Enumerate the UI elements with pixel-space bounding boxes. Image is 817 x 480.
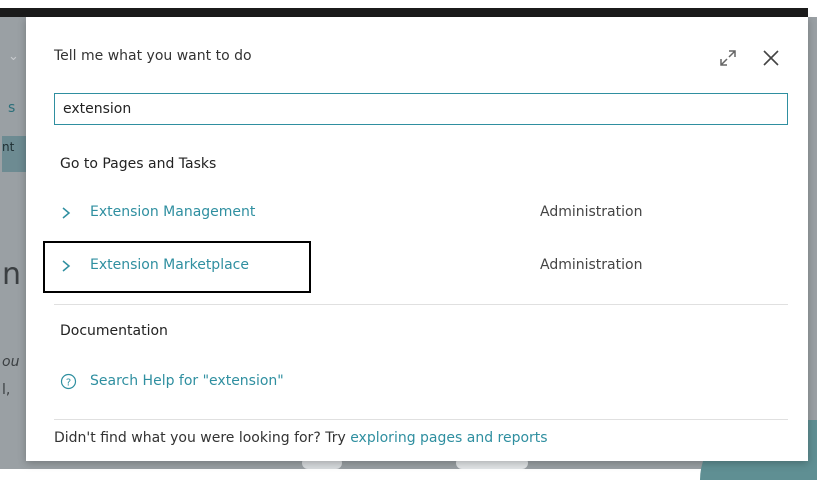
result-category: Administration [540, 257, 643, 273]
background-text-n: n [2, 257, 22, 292]
footer-prefix: Didn't find what you were looking for? T… [54, 430, 351, 446]
app-header-strip [0, 8, 808, 17]
highlight-annotation-box [43, 241, 311, 293]
divider [54, 304, 788, 305]
footer-text: Didn't find what you were looking for? T… [54, 430, 548, 446]
search-help-label[interactable]: Search Help for "extension" [90, 373, 284, 389]
section-documentation: Documentation [60, 323, 168, 339]
result-label[interactable]: Extension Management [90, 204, 255, 220]
tell-me-dialog: Tell me what you want to do Go to Pages … [26, 17, 808, 461]
divider [54, 419, 788, 420]
svg-text:?: ? [66, 377, 71, 388]
dialog-title: Tell me what you want to do [54, 48, 252, 64]
background-text-comma: l, [2, 382, 11, 398]
result-category: Administration [540, 204, 643, 220]
background-text-s: s [8, 100, 16, 116]
result-extension-management[interactable]: Extension Management Administration [60, 204, 790, 226]
background-text-ou: ou [2, 354, 20, 370]
search-input[interactable] [54, 93, 788, 125]
section-pages-and-tasks: Go to Pages and Tasks [60, 156, 217, 172]
close-icon[interactable] [759, 46, 783, 70]
expand-icon[interactable] [718, 48, 738, 68]
explore-pages-link[interactable]: exploring pages and reports [350, 430, 547, 446]
background-chevron-icon: ⌄ [8, 49, 19, 64]
chevron-right-icon [62, 207, 71, 219]
background-left-edge: ⌄ s nt n ou l, [0, 17, 26, 469]
background-text-nt: nt [2, 136, 26, 172]
help-circle-icon: ? [60, 373, 77, 390]
